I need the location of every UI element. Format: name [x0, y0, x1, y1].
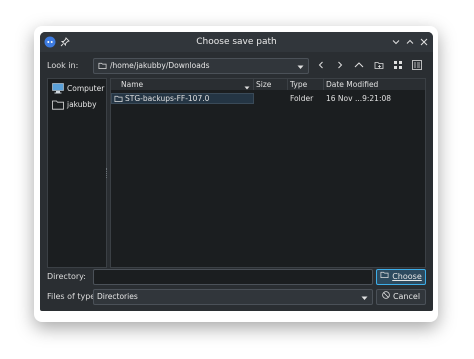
chevron-down-icon — [297, 63, 304, 72]
cancel-button[interactable]: Cancel — [376, 289, 426, 305]
sort-indicator-icon — [244, 82, 250, 93]
choose-button[interactable]: Choose — [376, 269, 426, 285]
minimize-icon[interactable] — [389, 35, 403, 49]
maximize-icon[interactable] — [403, 35, 417, 49]
sidebar-item-label: jakubby — [67, 100, 97, 109]
directory-input[interactable] — [93, 269, 373, 285]
sidebar: Computer jakubby — [47, 78, 107, 268]
folder-icon — [114, 94, 123, 105]
forward-button[interactable] — [332, 57, 348, 73]
splitter-handle[interactable] — [106, 168, 109, 178]
back-button[interactable] — [313, 57, 329, 73]
computer-icon — [52, 83, 64, 96]
files-of-type-label: Files of type: — [47, 292, 98, 301]
row-name: STG-backups-FF-107.0 — [125, 94, 210, 103]
look-in-path: /home/jakubby/Downloads — [110, 61, 210, 70]
files-of-type-value: Directories — [97, 292, 138, 301]
directory-label: Directory: — [47, 272, 86, 281]
row-type: Folder — [290, 94, 314, 103]
cancel-icon — [382, 290, 390, 304]
folder-icon — [380, 270, 389, 284]
folder-icon — [52, 99, 64, 112]
column-header-type[interactable]: Type — [288, 79, 324, 90]
files-of-type-combo[interactable]: Directories — [93, 289, 373, 305]
table-row[interactable]: STG-backups-FF-107.0 Folder 16 Nov ...9:… — [111, 93, 425, 104]
file-dialog-window: Choose save path Look in: /home/jakubby/… — [40, 32, 433, 311]
sidebar-item-jakubby[interactable]: jakubby — [51, 99, 105, 111]
column-header-name[interactable]: Name — [111, 79, 254, 90]
chevron-down-icon — [361, 294, 368, 303]
folder-icon — [98, 61, 107, 72]
window-title: Choose save path — [196, 37, 277, 47]
column-header-date-modified[interactable]: Date Modified — [324, 79, 425, 90]
parent-directory-button[interactable] — [351, 57, 367, 73]
file-list: Name Size Type Date Modified STG-backups… — [110, 78, 426, 268]
sidebar-item-computer[interactable]: Computer — [51, 83, 105, 95]
column-header-size[interactable]: Size — [254, 79, 288, 90]
close-icon[interactable] — [417, 35, 431, 49]
look-in-combo[interactable]: /home/jakubby/Downloads — [93, 58, 309, 74]
title-bar[interactable]: Choose save path — [40, 32, 433, 52]
sidebar-item-label: Computer — [67, 84, 105, 93]
detail-view-button[interactable] — [409, 57, 425, 73]
new-folder-button[interactable] — [371, 57, 387, 73]
row-date: 16 Nov ...9:21:08 — [326, 94, 392, 103]
list-view-button[interactable] — [390, 57, 406, 73]
look-in-label: Look in: — [47, 61, 79, 70]
